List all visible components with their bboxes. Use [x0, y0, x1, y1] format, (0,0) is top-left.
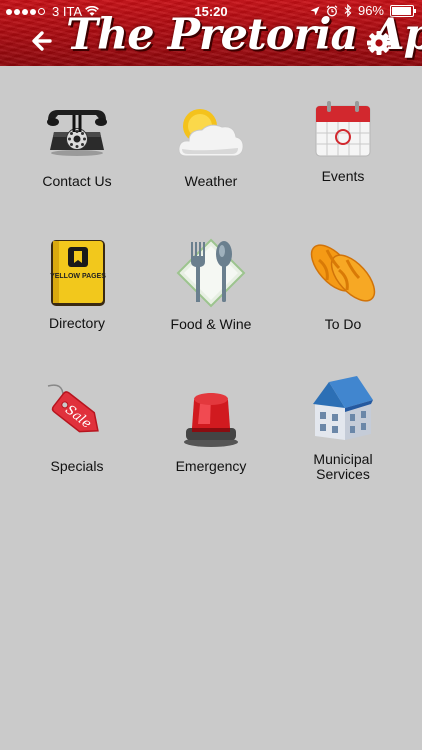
menu-item-weather[interactable]: Weather [146, 96, 276, 216]
menu-item-to-do[interactable]: To Do [278, 236, 408, 356]
yellow-pages-icon: YELLOW PAGES [50, 240, 106, 306]
menu-item-label: Directory [48, 315, 105, 331]
menu-item-label: Municipal Services [313, 451, 373, 482]
menu-item-label: Contact Us [42, 173, 112, 189]
menu-item-emergency[interactable]: Emergency [146, 378, 276, 498]
menu-item-directory[interactable]: YELLOW PAGES Directory [12, 236, 142, 356]
calendar-icon [315, 101, 371, 157]
app-header: 3 ITA 15:20 96% The Pretoria [0, 0, 422, 66]
menu-item-municipal-services[interactable]: Municipal Services [278, 372, 408, 492]
menu-item-contact-us[interactable]: Contact Us [12, 96, 142, 216]
menu-item-label: To Do [324, 316, 362, 332]
weather-icon [178, 109, 244, 157]
yellow-pages-text: YELLOW PAGES [50, 273, 106, 280]
menu-item-label: Food & Wine [170, 316, 252, 332]
flip-flops-icon [310, 244, 376, 302]
back-arrow-icon[interactable] [28, 26, 56, 56]
gear-icon[interactable] [364, 28, 394, 58]
siren-icon [184, 393, 238, 447]
menu-item-label: Weather [184, 173, 238, 189]
building-icon [313, 376, 373, 440]
menu-item-food-wine[interactable]: Food & Wine [146, 236, 276, 356]
telephone-icon [47, 110, 107, 156]
menu-item-events[interactable]: Events [278, 96, 408, 216]
cutlery-icon [176, 238, 246, 308]
menu-item-specials[interactable]: Sale Specials [12, 378, 142, 498]
sale-tag-icon: Sale [47, 384, 99, 433]
menu-item-label: Specials [50, 458, 104, 474]
menu-item-label: Events [321, 168, 365, 184]
menu-item-label: Emergency [175, 458, 247, 474]
